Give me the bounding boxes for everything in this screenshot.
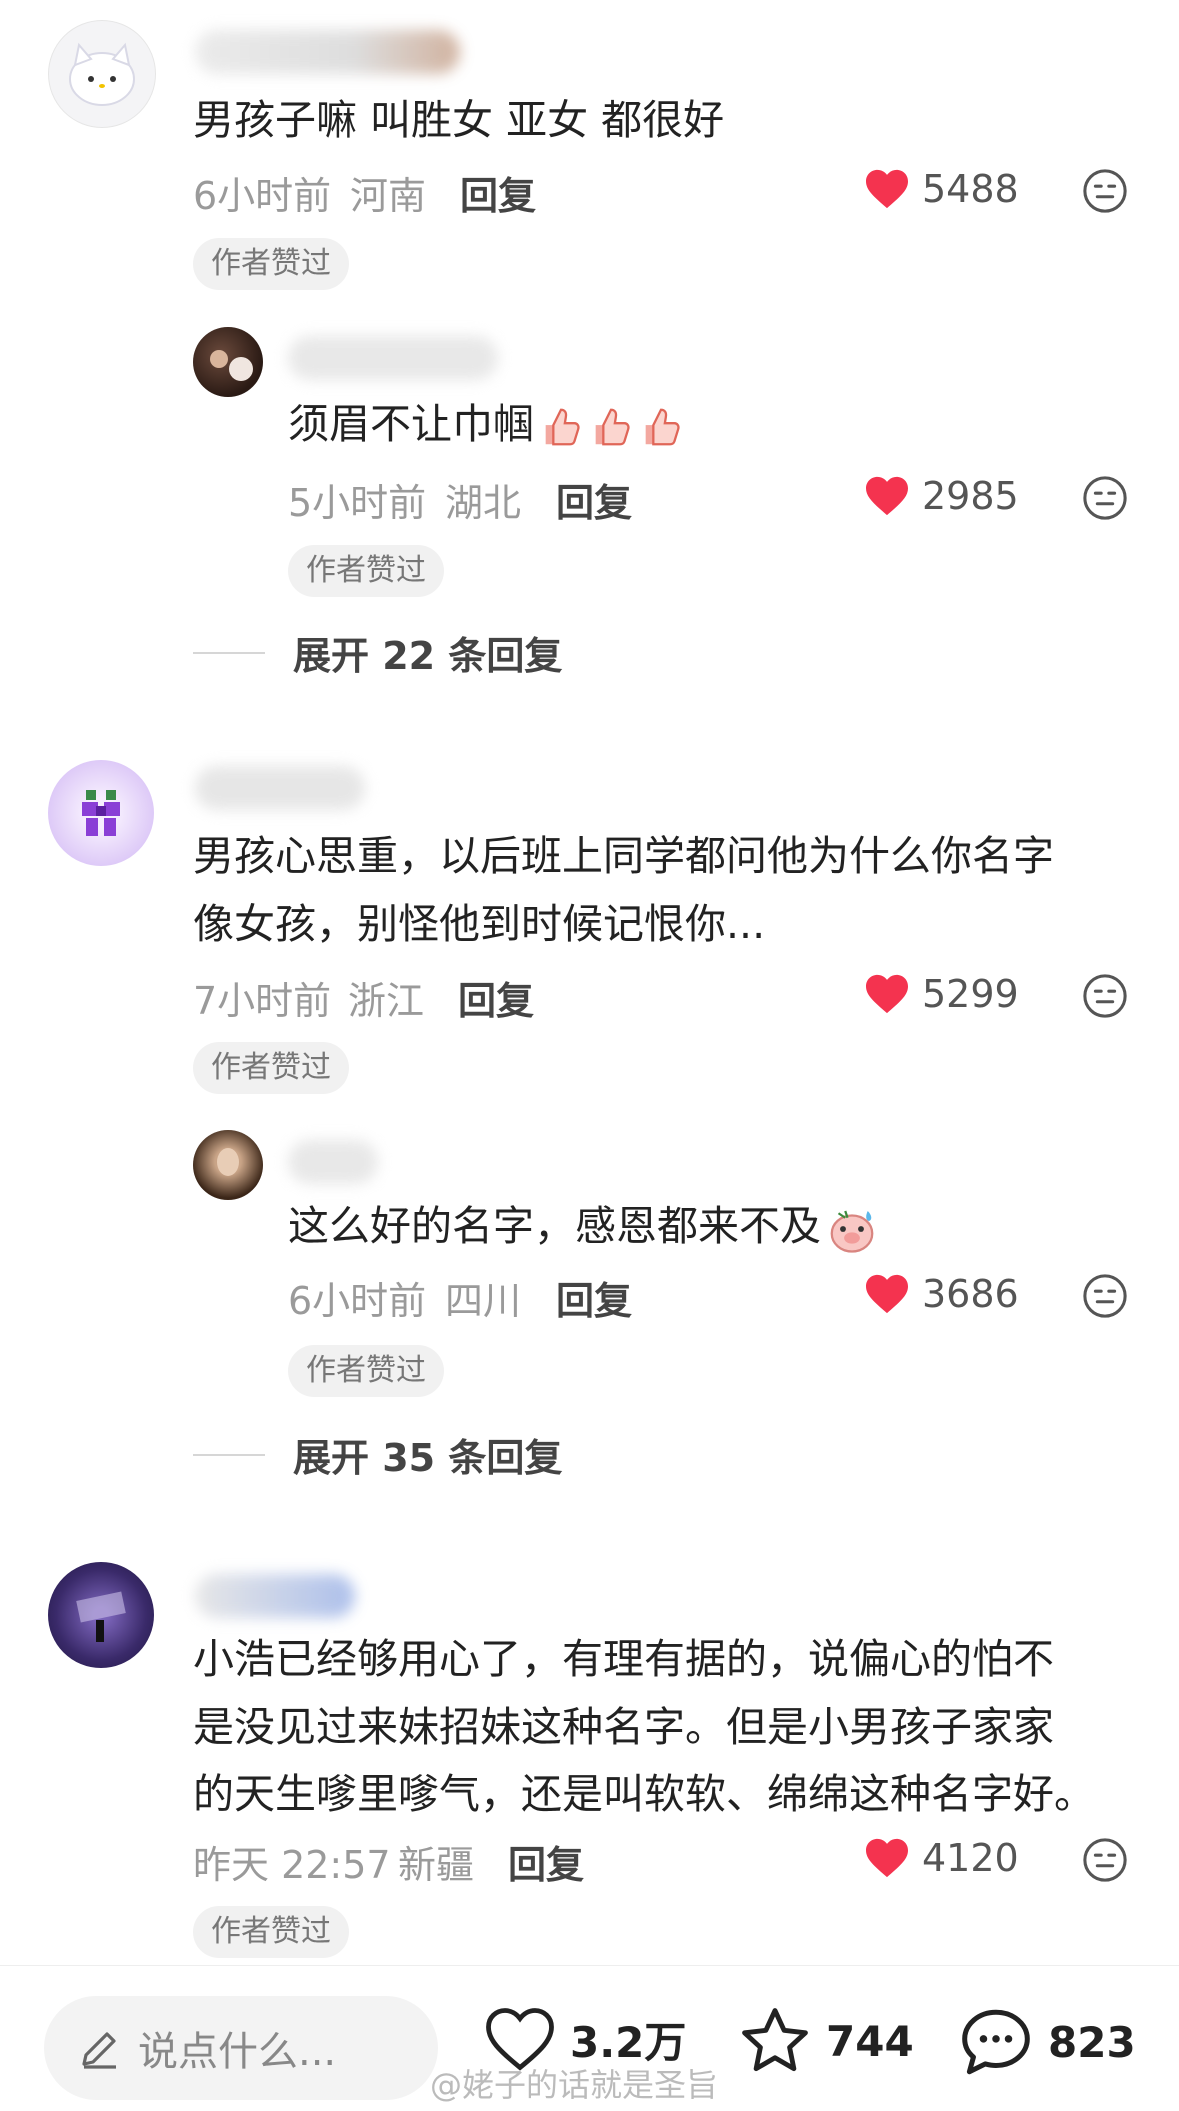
comment-location: 湖北 [445, 481, 522, 525]
favorite-button[interactable]: 744 [738, 2006, 914, 2076]
like-button[interactable]: 2985 [864, 474, 1019, 518]
like-count: 5488 [922, 167, 1019, 211]
username-blurred[interactable] [195, 30, 460, 74]
photo-avatar-icon [217, 1148, 239, 1176]
favorite-count: 744 [826, 2016, 914, 2066]
comment-time: 5小时前 [288, 481, 427, 525]
hello-kitty-icon [69, 42, 135, 106]
chat-bubble-icon [962, 2009, 1030, 2075]
meh-face-icon[interactable] [1082, 973, 1128, 1019]
heart-icon [866, 1838, 908, 1878]
divider-line [193, 1453, 265, 1456]
author-liked-badge: 作者赞过 [288, 1345, 444, 1397]
comment-input-placeholder: 说点什么... [138, 2029, 337, 2075]
watermark: @姥子的话就是圣旨 [430, 2066, 719, 2104]
comment-input[interactable]: 说点什么... [44, 1996, 438, 2100]
star-icon [742, 2008, 808, 2072]
comment-location: 新疆 [398, 1843, 475, 1887]
comment-text: 男孩子嘛 叫胜女 亚女 都很好 [193, 96, 725, 144]
comment-location: 四川 [445, 1279, 522, 1323]
comment-location: 浙江 [348, 979, 425, 1023]
comments-button[interactable]: 823 [958, 2006, 1136, 2078]
expand-replies-button[interactable]: 展开 22 条回复 [193, 625, 562, 680]
author-liked-badge: 作者赞过 [193, 1042, 349, 1094]
pixel-bow-icon [82, 790, 120, 836]
avatar-purple-bow[interactable] [48, 760, 154, 866]
comment-count: 823 [1048, 2017, 1136, 2067]
like-button[interactable]: 4120 [864, 1836, 1019, 1880]
comment-text: 这么好的名字，感恩都来不及 [288, 1192, 879, 1260]
username-blurred[interactable] [195, 1574, 355, 1618]
reply-button[interactable]: 回复 [556, 472, 632, 527]
like-count: 2985 [922, 474, 1019, 518]
like-button[interactable]: 3686 [864, 1272, 1019, 1316]
comment-time: 7小时前 [193, 979, 332, 1023]
heart-icon [866, 974, 908, 1014]
divider-line [193, 651, 265, 654]
comment-text-line: 像女孩，别怪他到时候记恨你... [193, 900, 766, 948]
like-button[interactable]: 5488 [864, 167, 1019, 211]
comment-time: 6小时前 [193, 174, 332, 218]
photo-avatar-icon [210, 350, 253, 381]
author-liked-badge: 作者赞过 [288, 545, 444, 597]
reply-button[interactable]: 回复 [458, 970, 534, 1025]
comment-text: 须眉不让巾帼 [288, 390, 684, 458]
photo-avatar-icon [76, 1591, 126, 1642]
comment-text-content: 这么好的名字，感恩都来不及 [288, 1202, 821, 1250]
like-button[interactable]: 5299 [864, 972, 1019, 1016]
like-count: 3686 [922, 1272, 1019, 1316]
comment-text-line: 的天生嗲里嗲气，还是叫软软、绵绵这种名字好。 [193, 1770, 1095, 1818]
username-blurred[interactable] [288, 1140, 378, 1184]
thumbs-up-emoji [595, 408, 630, 446]
heart-icon [866, 476, 908, 516]
expand-replies-button[interactable]: 展开 35 条回复 [193, 1427, 562, 1482]
meh-face-icon[interactable] [1082, 1273, 1128, 1319]
expand-replies-label: 展开 35 条回复 [293, 1436, 563, 1480]
reply-button[interactable]: 回复 [460, 165, 536, 220]
reply-button[interactable]: 回复 [508, 1834, 584, 1889]
sweat-pig-emoji [830, 1210, 874, 1253]
comment-text-line: 小浩已经够用心了，有理有据的，说偏心的怕不 [193, 1635, 1054, 1683]
comment-location: 河南 [350, 174, 427, 218]
comment-text-content: 须眉不让巾帼 [288, 400, 534, 448]
username-blurred[interactable] [195, 766, 365, 810]
meh-face-icon[interactable] [1082, 168, 1128, 214]
pencil-icon [82, 2032, 116, 2069]
like-count: 4120 [922, 1836, 1019, 1880]
reply-button[interactable]: 回复 [556, 1270, 632, 1325]
thumbs-up-emoji [545, 408, 580, 446]
avatar-dark-purple[interactable] [48, 1562, 154, 1668]
author-liked-badge: 作者赞过 [193, 238, 349, 290]
username-blurred[interactable] [288, 336, 498, 380]
like-count: 5299 [922, 972, 1019, 1016]
comment-time: 昨天 22:57 [193, 1843, 391, 1887]
avatar-reply-user[interactable] [193, 1130, 263, 1200]
meh-face-icon[interactable] [1082, 475, 1128, 521]
meh-face-icon[interactable] [1082, 1837, 1128, 1883]
avatar-reply-user[interactable] [193, 327, 263, 397]
avatar-hello-kitty[interactable] [48, 20, 156, 128]
expand-replies-label: 展开 22 条回复 [293, 634, 563, 678]
comment-text-line: 男孩心思重，以后班上同学都问他为什么你名字 [193, 832, 1054, 880]
comment-time: 6小时前 [288, 1279, 427, 1323]
heart-icon [866, 1274, 908, 1314]
comment-text-line: 是没见过来妹招妹这种名字。但是小男孩子家家 [193, 1703, 1054, 1751]
heart-icon [866, 169, 908, 209]
thumbs-up-emoji [645, 408, 680, 446]
author-liked-badge: 作者赞过 [193, 1906, 349, 1958]
